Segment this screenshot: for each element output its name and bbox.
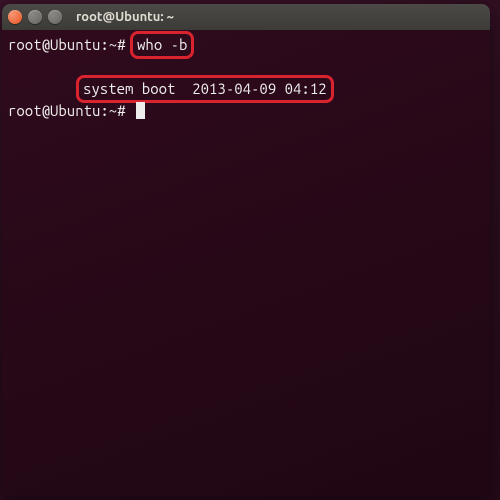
cursor-icon [136, 102, 145, 119]
prompt-line-1: root@Ubuntu:~# who -b [8, 34, 484, 56]
window-title: root@Ubuntu: ~ [76, 10, 174, 24]
command-highlight: who -b [130, 31, 194, 59]
close-icon[interactable] [8, 10, 22, 24]
minimize-icon[interactable] [28, 10, 42, 24]
titlebar[interactable]: root@Ubuntu: ~ [2, 4, 490, 30]
terminal-body[interactable]: root@Ubuntu:~# who -b system boot 2013-0… [2, 30, 490, 496]
output-highlight: system boot 2013-04-09 04:12 [76, 75, 334, 103]
output-value: 2013-04-09 04:12 [192, 80, 326, 97]
output-line: system boot 2013-04-09 04:12 [8, 78, 484, 100]
maximize-icon[interactable] [48, 10, 62, 24]
prompt-prefix-2: root@Ubuntu:~# [8, 102, 126, 119]
output-label: system boot [83, 80, 175, 97]
prompt-prefix: root@Ubuntu:~# [8, 36, 126, 53]
command-text: who -b [137, 36, 187, 53]
terminal-window: root@Ubuntu: ~ root@Ubuntu:~# who -b sys… [2, 4, 490, 496]
prompt-line-2: root@Ubuntu:~# [8, 100, 484, 122]
